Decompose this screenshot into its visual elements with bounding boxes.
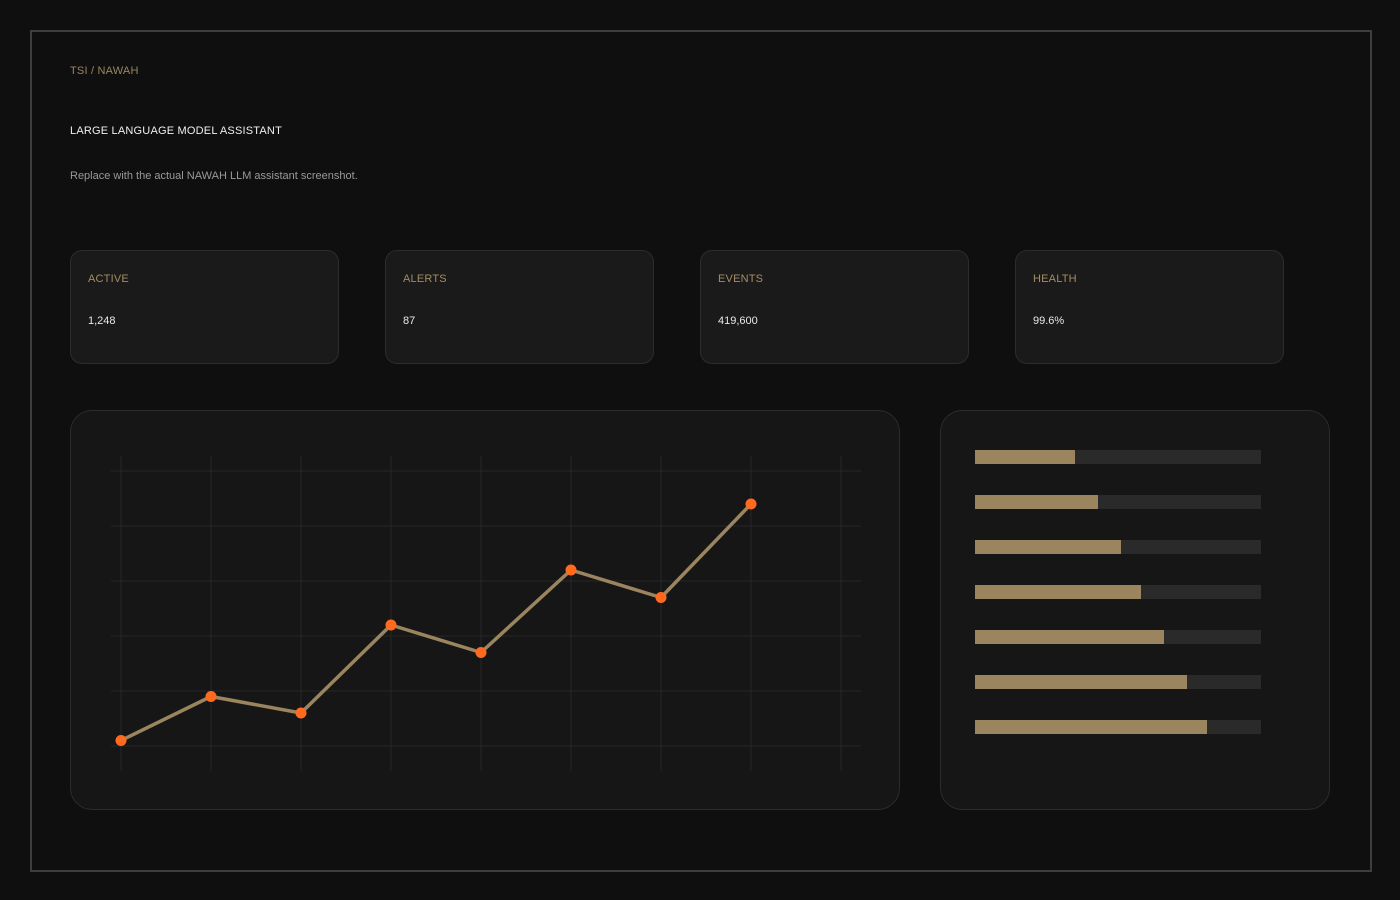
stat-label: ACTIVE	[88, 273, 129, 285]
bar-fill	[975, 720, 1207, 734]
data-point[interactable]	[745, 498, 757, 510]
bar-track	[975, 585, 1261, 599]
bar-fill	[975, 450, 1075, 464]
line-chart	[111, 456, 861, 771]
data-point[interactable]	[295, 707, 307, 719]
stat-value: 419,600	[718, 315, 758, 327]
page-title: LARGE LANGUAGE MODEL ASSISTANT	[70, 125, 282, 137]
bar-track	[975, 540, 1261, 554]
stat-card-events: EVENTS 419,600	[700, 250, 969, 364]
data-point[interactable]	[655, 592, 667, 603]
stat-label: ALERTS	[403, 273, 447, 285]
bar-fill	[975, 495, 1098, 509]
breadcrumb[interactable]: TSI / NAWAH	[70, 65, 139, 77]
line-chart-panel	[70, 410, 900, 810]
stat-card-active: ACTIVE 1,248	[70, 250, 339, 364]
stat-value: 99.6%	[1033, 315, 1065, 327]
bar-fill	[975, 585, 1141, 599]
bar-track	[975, 450, 1261, 464]
data-point[interactable]	[205, 691, 217, 702]
bar-track	[975, 675, 1261, 689]
stat-card-health: HEALTH 99.6%	[1015, 250, 1284, 364]
data-point[interactable]	[565, 564, 577, 576]
bar-fill	[975, 540, 1121, 554]
bar-chart-panel	[940, 410, 1330, 810]
series-line	[120, 502, 753, 743]
data-point[interactable]	[115, 735, 127, 746]
stat-label: EVENTS	[718, 273, 764, 285]
stat-label: HEALTH	[1033, 273, 1077, 285]
bar-fill	[975, 675, 1187, 689]
data-point[interactable]	[475, 647, 487, 658]
page-subtitle: Replace with the actual NAWAH LLM assist…	[70, 170, 358, 182]
bar-track	[975, 630, 1261, 644]
data-point[interactable]	[385, 619, 397, 631]
bar-track	[975, 720, 1261, 734]
bar-fill	[975, 630, 1164, 644]
stat-card-alerts: ALERTS 87	[385, 250, 654, 364]
bar-track	[975, 495, 1261, 509]
stat-value: 1,248	[88, 315, 116, 327]
stat-value: 87	[403, 315, 416, 327]
